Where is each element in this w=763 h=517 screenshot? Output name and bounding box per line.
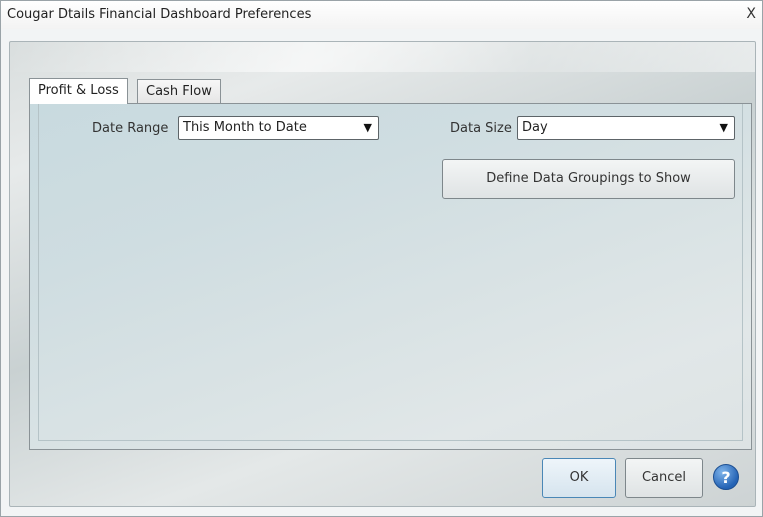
data-size-value: Day — [522, 120, 548, 135]
tab-cash-flow[interactable]: Cash Flow — [137, 79, 221, 103]
preferences-dialog: Cougar Dtails Financial Dashboard Prefer… — [0, 0, 763, 517]
date-range-label: Date Range — [92, 121, 169, 136]
title-bar[interactable]: Cougar Dtails Financial Dashboard Prefer… — [1, 1, 762, 29]
tab-label: Profit & Loss — [38, 83, 119, 98]
window-title: Cougar Dtails Financial Dashboard Prefer… — [7, 7, 312, 22]
define-data-groupings-button[interactable]: Define Data Groupings to Show — [442, 159, 735, 199]
tab-label: Cash Flow — [146, 84, 212, 99]
date-range-select[interactable]: This Month to Date ▼ — [178, 116, 379, 140]
help-icon[interactable]: ? — [713, 464, 739, 490]
chevron-down-icon: ▼ — [363, 121, 372, 134]
date-range-value: This Month to Date — [183, 120, 307, 135]
tab-content: Date Range This Month to Date ▼ Data Siz… — [29, 103, 752, 450]
inner-frame — [38, 104, 743, 441]
tab-profit-loss[interactable]: Profit & Loss — [29, 78, 128, 104]
ok-button[interactable]: OK — [542, 458, 616, 498]
data-size-label: Data Size — [450, 121, 512, 136]
content-panel: Profit & Loss Cash Flow Date Range This … — [9, 41, 756, 507]
chevron-down-icon: ▼ — [719, 121, 728, 134]
close-button[interactable]: X — [746, 6, 756, 22]
data-size-select[interactable]: Day ▼ — [517, 116, 735, 140]
cancel-button[interactable]: Cancel — [625, 458, 703, 498]
